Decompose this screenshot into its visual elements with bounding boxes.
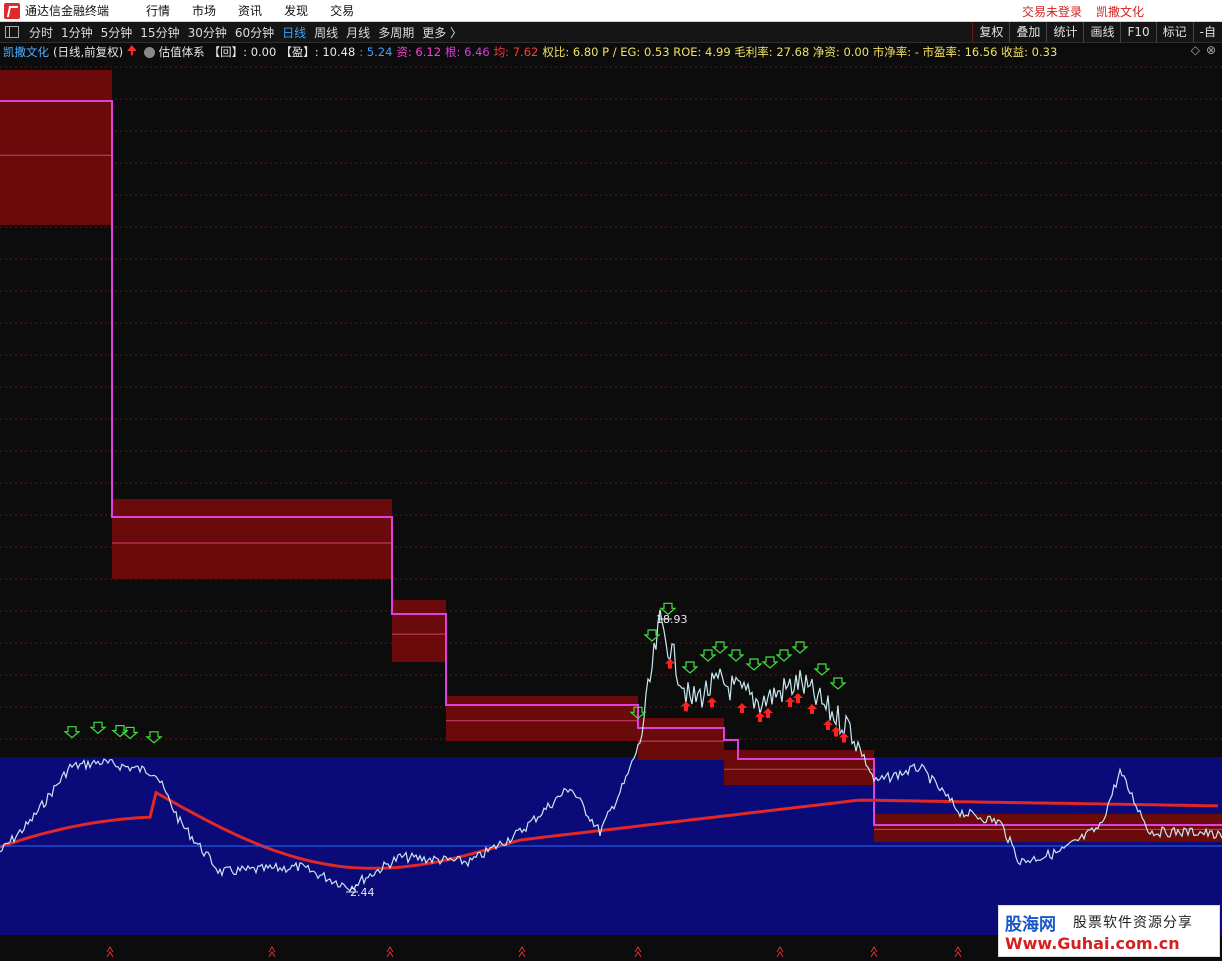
- close-circle-icon[interactable]: ⊗: [1206, 43, 1216, 57]
- bottom-marker-icon: [268, 946, 276, 958]
- diamond-icon[interactable]: ◇: [1191, 43, 1200, 57]
- kline-chart-svg[interactable]: 18.93 2.44: [0, 62, 1222, 961]
- menu-quotes[interactable]: 行情: [135, 2, 181, 19]
- buy-arrow-icon: [121, 726, 139, 740]
- buy-arrow-icon: [111, 725, 129, 738]
- title-bar: 通达信金融终端 行情 市场 资讯 发现 交易 交易未登录 凯撒文化: [0, 0, 1222, 22]
- watermark-slogan: 股票软件资源分享: [1073, 915, 1193, 931]
- period-60min[interactable]: 60分钟: [231, 24, 278, 41]
- sell-arrow-icon: [807, 704, 817, 714]
- buy-arrow-icon: [813, 663, 831, 676]
- period-more[interactable]: 更多 〉: [418, 24, 466, 41]
- buy-arrow-icon: [711, 641, 729, 654]
- valuation-box: [724, 750, 874, 785]
- watermark-url: Www.Guhai.com.cn: [1005, 934, 1180, 953]
- bottom-marker-icon: [776, 946, 784, 958]
- bottom-marker-icon: [870, 946, 878, 958]
- value-hui: 【回】: 0.00: [208, 45, 277, 59]
- title-right-area: 交易未登录 凯撒文化: [1022, 0, 1144, 22]
- period-1min[interactable]: 1分钟: [57, 24, 97, 41]
- sell-arrow-icon: [681, 701, 691, 712]
- stock-name[interactable]: 凯撒文化: [3, 44, 49, 60]
- menu-trade[interactable]: 交易: [319, 2, 365, 19]
- period-monthly[interactable]: 月线: [342, 24, 374, 41]
- app-logo-icon: [4, 2, 20, 19]
- period-weekly[interactable]: 周线: [310, 24, 342, 41]
- buy-arrow-icon: [63, 726, 81, 739]
- buy-arrow-icon: [145, 731, 163, 744]
- value-zi: 资: 6.12: [396, 45, 442, 59]
- sell-arrow-icon: [785, 697, 795, 707]
- period-label: (日线,前复权): [53, 45, 124, 59]
- value-ying: 【盈】: 10.48: [280, 45, 356, 59]
- watermark-banner: 股海网 股票软件资源分享 Www.Guhai.com.cn: [998, 905, 1220, 957]
- value-jun: 均: 7.62: [493, 45, 539, 59]
- period-timeshare[interactable]: 分时: [25, 24, 57, 41]
- menu-news[interactable]: 资讯: [227, 2, 273, 19]
- valuation-box: [446, 696, 638, 741]
- valuation-box: [392, 600, 446, 662]
- panel-toggle-icon[interactable]: [5, 26, 19, 38]
- formula-name[interactable]: 估值体系: [159, 44, 205, 60]
- sell-arrow-icon: [839, 732, 849, 743]
- bottom-marker-icon: [954, 946, 962, 958]
- buy-arrow-icon: [727, 649, 745, 662]
- sell-arrow-icon: [665, 658, 675, 669]
- kline-chart-area[interactable]: 18.93 2.44: [0, 62, 1222, 961]
- sell-arrow-icon: [707, 697, 717, 708]
- sell-arrow-icon: [755, 712, 765, 722]
- buy-arrow-icon: [681, 661, 699, 674]
- buy-arrow-icon: [829, 677, 847, 690]
- valuation-box: [638, 718, 724, 760]
- sell-arrow-icon: [823, 720, 833, 730]
- menu-market[interactable]: 市场: [181, 2, 227, 19]
- bottom-markers: [106, 946, 962, 958]
- period-5min[interactable]: 5分钟: [97, 24, 137, 41]
- current-stock-title: 凯撒文化: [1095, 4, 1144, 19]
- menu-discover[interactable]: 发现: [273, 2, 319, 19]
- value-gen: 根: 6.46: [445, 45, 490, 59]
- up-arrow-icon: 🠉: [127, 43, 137, 57]
- low-price-label: 2.44: [350, 886, 375, 899]
- bottom-marker-icon: [634, 946, 642, 958]
- period-daily[interactable]: 日线: [278, 24, 310, 41]
- valuation-box: [874, 814, 1222, 842]
- app-title: 通达信金融终端: [25, 4, 110, 18]
- trade-login-status[interactable]: 交易未登录: [1022, 3, 1082, 20]
- buy-arrow-icon: [745, 658, 763, 671]
- period-30min[interactable]: 30分钟: [184, 24, 231, 41]
- bottom-marker-icon: [386, 946, 394, 958]
- period-15min[interactable]: 15分钟: [136, 24, 183, 41]
- value-v1: : 5.24: [359, 45, 393, 59]
- bottom-marker-icon: [106, 946, 114, 958]
- buy-arrow-icon: [775, 649, 793, 662]
- buy-arrow-icon: [791, 641, 809, 654]
- valuation-boxes: [0, 70, 1222, 842]
- sell-arrow-icon: [737, 703, 747, 713]
- f10-button[interactable]: F10: [1120, 22, 1155, 42]
- draw-button[interactable]: 画线: [1083, 22, 1120, 42]
- mark-button[interactable]: 标记: [1155, 22, 1193, 42]
- toolbar-right-buttons: 复权 叠加 统计 画线 F10 标记 -自: [972, 22, 1222, 42]
- formula-dropdown-icon[interactable]: [143, 46, 155, 58]
- high-price-label: 18.93: [656, 613, 688, 626]
- value-stats: 权比: 6.80 P / EG: 0.53 ROE: 4.99 毛利率: 27.…: [542, 45, 1058, 59]
- auto-button[interactable]: -自: [1192, 22, 1222, 42]
- buy-arrow-icon: [761, 656, 779, 669]
- bottom-marker-icon: [518, 946, 526, 958]
- stats-button[interactable]: 统计: [1046, 22, 1083, 42]
- overlay-button[interactable]: 叠加: [1009, 22, 1046, 42]
- valuation-box: [0, 70, 112, 225]
- period-toolbar: 分时 1分钟 5分钟 15分钟 30分钟 60分钟 日线 周线 月线 多周期 更…: [0, 22, 1222, 43]
- period-multi[interactable]: 多周期: [374, 24, 418, 41]
- valuation-box: [112, 499, 392, 579]
- watermark-brand: 股海网: [1005, 915, 1056, 935]
- indicator-info-line: 凯撒文化 (日线,前复权) 🠉 估值体系 【回】: 0.00 【盈】: 10.4…: [0, 43, 1222, 61]
- info-right-icons: ◇ ⊗: [1191, 43, 1216, 57]
- adjust-button[interactable]: 复权: [972, 22, 1009, 42]
- buy-arrow-icon: [699, 649, 717, 662]
- buy-arrow-icon: [89, 721, 107, 735]
